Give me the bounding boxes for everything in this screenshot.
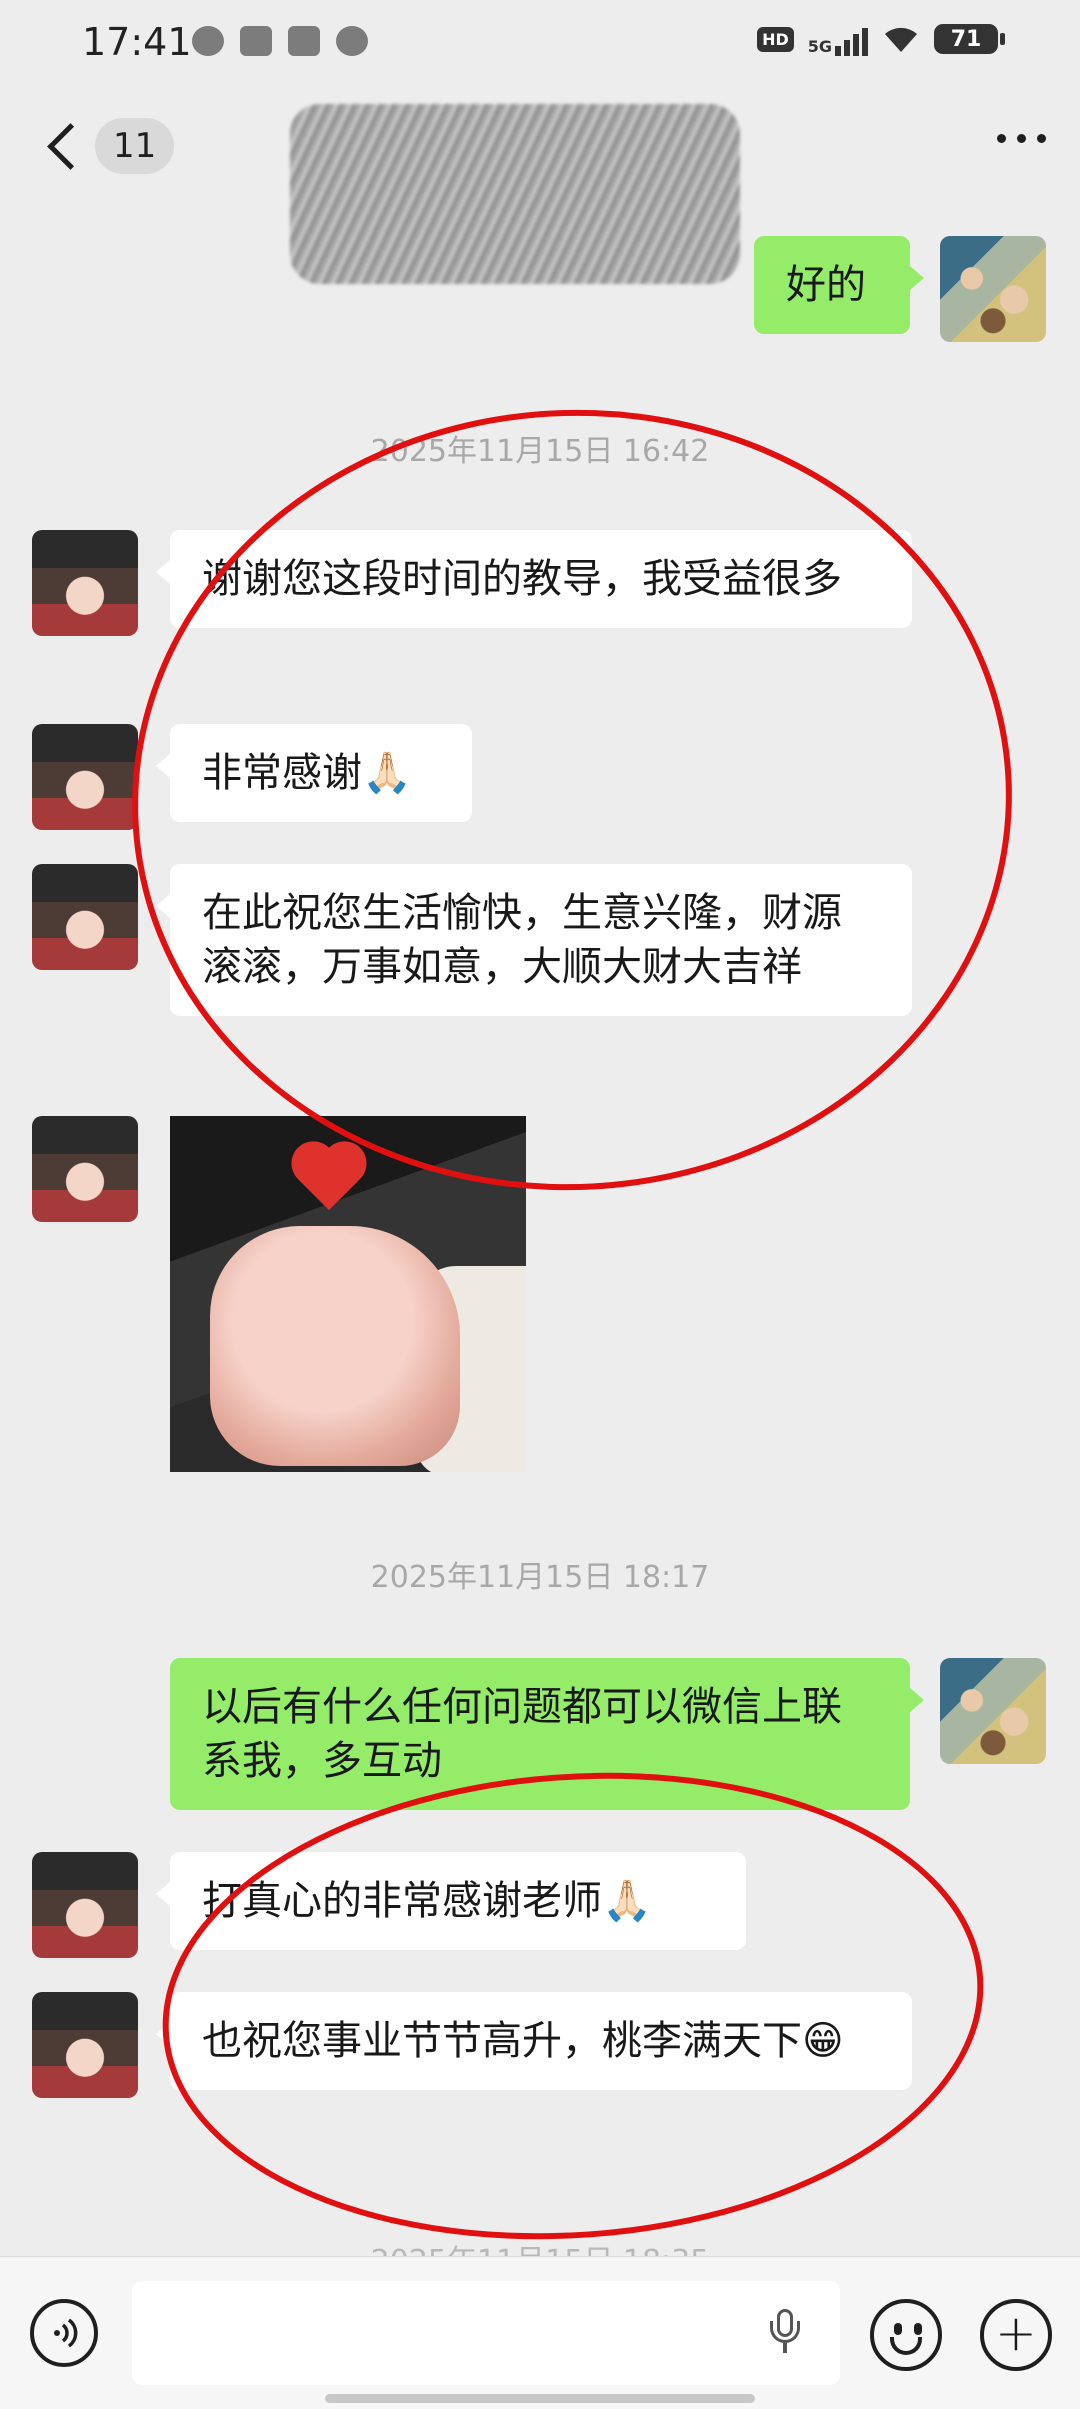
wechat-icon: [192, 26, 224, 56]
status-right: HD 5G 71: [757, 22, 1005, 56]
contact-avatar[interactable]: [32, 724, 138, 830]
signal-icon: 5G: [808, 22, 868, 56]
my-avatar[interactable]: [940, 1658, 1046, 1764]
vivo-icon: [288, 26, 320, 56]
sync-icon: [336, 26, 368, 56]
heart-icon: [290, 1144, 368, 1214]
input-bar: +: [0, 2256, 1080, 2409]
emoji-icon[interactable]: [870, 2299, 942, 2371]
contact-avatar[interactable]: [32, 530, 138, 636]
back-chevron-icon: [47, 122, 94, 170]
message-input[interactable]: [132, 2281, 840, 2385]
message-bubble-sent[interactable]: 好的: [754, 236, 924, 334]
status-time: 17:41: [82, 20, 192, 64]
plus-icon[interactable]: +: [980, 2299, 1052, 2371]
battery-icon: 71: [934, 24, 1005, 54]
annotation-ellipse: [146, 1745, 1000, 2267]
status-bar: 17:41 HD 5G 71: [0, 0, 1080, 84]
more-icon[interactable]: [997, 134, 1046, 143]
contact-avatar[interactable]: [32, 1992, 138, 2098]
voice-icon[interactable]: [30, 2299, 98, 2367]
hd-icon: HD: [757, 26, 794, 52]
contact-avatar[interactable]: [32, 1116, 138, 1222]
annotation-ellipse: [112, 387, 1032, 1213]
contact-avatar[interactable]: [32, 1852, 138, 1958]
home-indicator[interactable]: [325, 2394, 755, 2403]
wifi-icon: [885, 27, 917, 52]
voice-wave-icon: [54, 2318, 78, 2348]
network-label: 5G: [807, 37, 832, 56]
unread-count-badge: 11: [95, 118, 175, 174]
timestamp-divider: 2025年11月15日 18:17: [370, 1560, 710, 1595]
chat-header: 11: [0, 84, 1080, 284]
my-avatar[interactable]: [940, 236, 1046, 342]
contact-name-redacted: [290, 104, 740, 284]
fist-icon: [210, 1226, 460, 1466]
notification-icons: [192, 26, 368, 56]
app-notification-icon: [240, 26, 272, 56]
contact-avatar[interactable]: [32, 864, 138, 970]
battery-level: 71: [950, 26, 982, 52]
mic-icon[interactable]: [770, 2309, 800, 2355]
back-button[interactable]: 11: [36, 118, 175, 174]
